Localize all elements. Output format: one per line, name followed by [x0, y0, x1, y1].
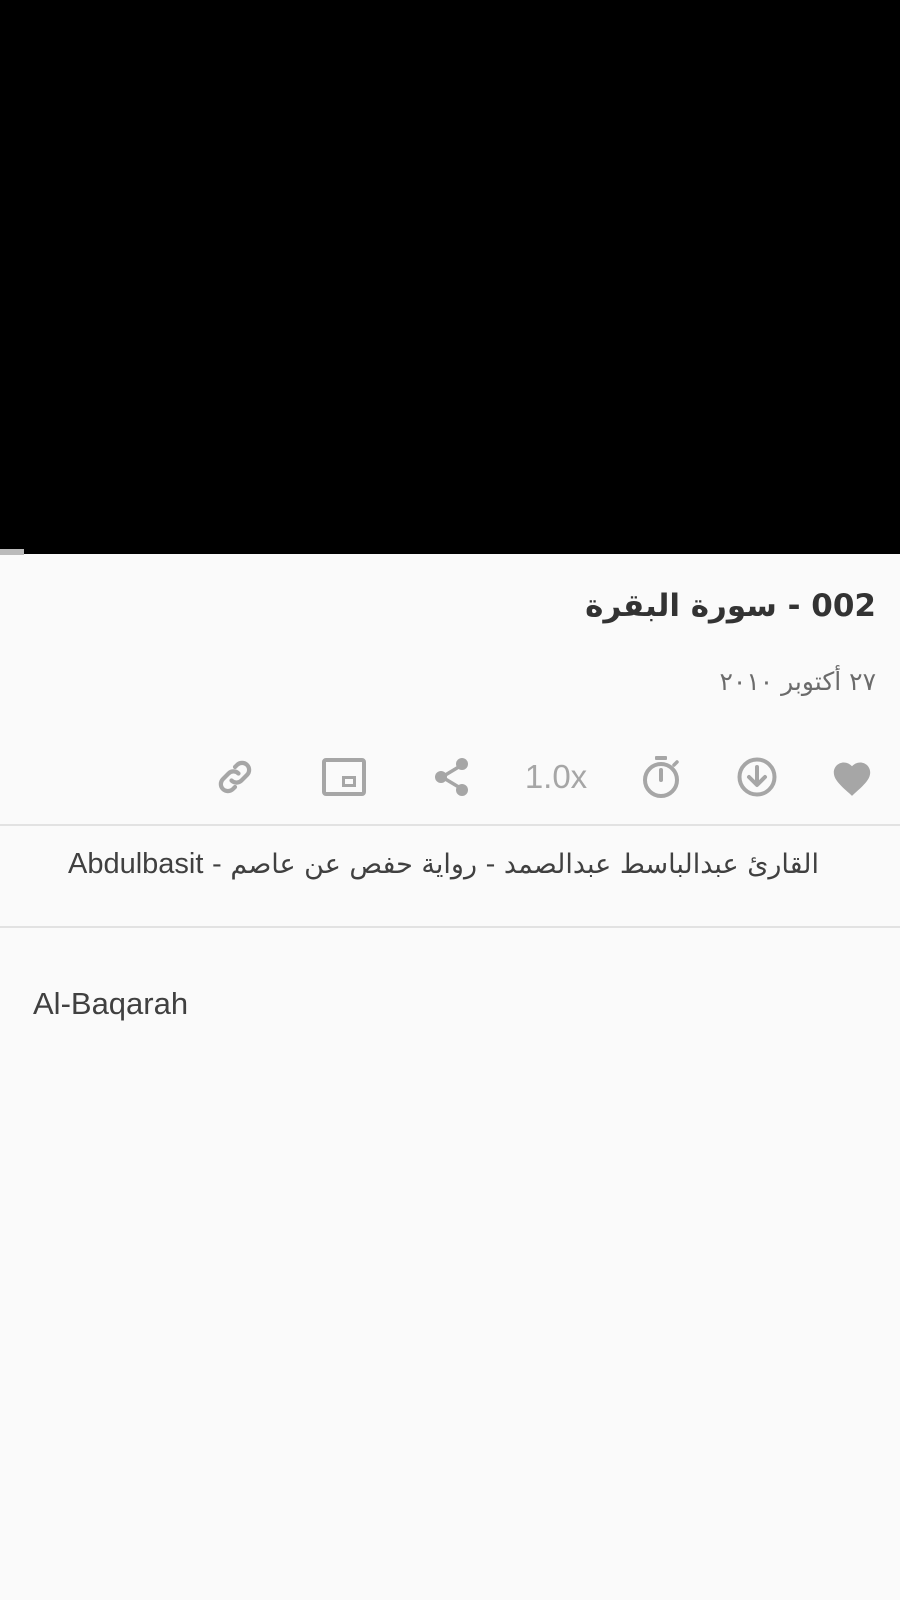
playback-speed-label: 1.0x — [524, 758, 588, 795]
divider-top — [0, 824, 900, 826]
reciter-separator: - — [203, 849, 231, 880]
episode-description: Al-Baqarah — [33, 986, 189, 1021]
copy-link-button[interactable] — [208, 746, 262, 808]
reciter-name-arabic: القارئ عبدالباسط عبدالصمد - رواية حفص عن… — [230, 849, 819, 880]
link-icon — [218, 760, 252, 794]
episode-date: ٢٧ أكتوبر ٢٠١٠ — [719, 667, 876, 696]
timer-icon — [643, 756, 679, 798]
favorite-button[interactable] — [826, 746, 878, 808]
action-bar: 1.0x — [0, 746, 900, 808]
video-player[interactable] — [0, 0, 900, 554]
download-button[interactable] — [732, 746, 782, 808]
episode-title: 002 - سورة البقرة — [585, 588, 876, 624]
sleep-timer-button[interactable] — [636, 746, 686, 808]
share-icon — [435, 758, 468, 796]
picture-in-picture-icon — [322, 758, 366, 796]
divider-bottom — [0, 926, 900, 928]
playback-speed-button[interactable]: 1.0x — [518, 746, 594, 808]
reciter-name-english: Abdulbasit — [68, 848, 204, 880]
playback-progress-bar[interactable] — [0, 549, 24, 555]
download-icon — [737, 757, 777, 797]
heart-icon — [833, 762, 871, 796]
share-button[interactable] — [428, 746, 476, 808]
picture-in-picture-button[interactable] — [316, 746, 372, 808]
reciter-line[interactable]: Abdulbasit - القارئ عبدالباسط عبدالصمد -… — [68, 848, 819, 881]
